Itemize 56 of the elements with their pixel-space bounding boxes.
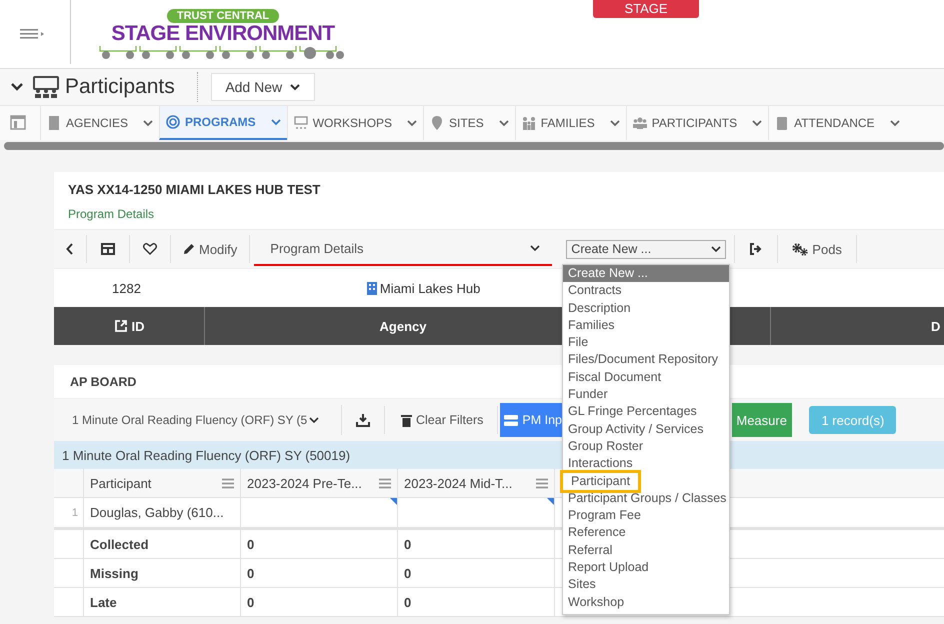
program-id: 1282	[112, 280, 141, 296]
menu-item[interactable]: Workshop	[563, 594, 729, 611]
menu-item[interactable]: File	[563, 334, 729, 352]
menu-item[interactable]: Funder	[563, 386, 729, 404]
group-title: 1 Minute Oral Reading Fluency (ORF) SY (50019)	[62, 448, 350, 462]
column-header[interactable]: 2023-2024 Mid-T...	[398, 469, 555, 497]
menu-item[interactable]: Fiscal Document	[563, 368, 729, 386]
page-title: Participants	[65, 75, 175, 99]
table-cell: 0	[398, 588, 555, 616]
agency-link[interactable]: Miami Lakes Hub	[366, 280, 480, 296]
menu-item[interactable]: Program Fee	[563, 507, 729, 524]
pods-button[interactable]: Pods	[778, 235, 857, 263]
nav-tab[interactable]: PROGRAMS	[159, 106, 287, 140]
menu-item[interactable]: Families	[563, 316, 729, 334]
table-cell: Collected	[84, 530, 241, 558]
modify-button[interactable]: Modify	[171, 235, 250, 263]
table-cell: 0	[398, 530, 555, 558]
table-cell: 0	[241, 530, 398, 558]
menu-item[interactable]: Report Upload	[563, 559, 729, 576]
column-header[interactable]: ID	[114, 318, 144, 334]
menu-item[interactable]: Contracts	[563, 282, 729, 300]
view-select[interactable]: Program Details	[254, 232, 552, 266]
table-cell: Douglas, Gabby (610...	[84, 498, 241, 527]
nav-tab[interactable]: WORKSHOPS	[286, 106, 424, 140]
menu-item[interactable]: Group Roster	[563, 438, 729, 456]
table-cell: 0	[241, 559, 398, 587]
row-number: 1	[54, 498, 84, 527]
menu-item[interactable]: Files/Document Repository	[563, 351, 729, 369]
menu-item[interactable]: Sites	[563, 576, 729, 594]
menu-item[interactable]: Create New ...	[563, 265, 729, 282]
column-header[interactable]: 2023-2024 Pre-Te...	[241, 469, 398, 497]
nav-tab[interactable]: SITES	[423, 106, 515, 140]
table-cell: 0	[398, 559, 555, 587]
add-new-button[interactable]: Add New	[210, 73, 315, 101]
table-cell: 0	[241, 588, 398, 616]
measure-select[interactable]: 1 Minute Oral Reading Fluency (ORF) SY (5	[54, 405, 342, 435]
logo-text: STAGE ENVIRONMENT	[111, 22, 335, 44]
program-subtitle: Program Details	[68, 207, 156, 221]
column-header[interactable]: Participant	[84, 469, 241, 497]
nav-tab[interactable]: ATTENDANCE	[768, 106, 906, 140]
menu-item[interactable]: Referral	[563, 542, 729, 560]
nav-tab[interactable]: PARTICIPANTS	[626, 106, 768, 140]
menu-item[interactable]: Reference	[563, 524, 729, 542]
table-cell: Late	[84, 588, 241, 616]
environment-badge: STAGE	[593, 0, 699, 18]
program-title: YAS XX14-1250 MIAMI LAKES HUB TEST	[68, 182, 322, 197]
column-header[interactable]: D	[931, 318, 940, 334]
table-cell: Missing	[84, 559, 241, 587]
logo-badge: TRUST CENTRAL	[166, 8, 280, 22]
column-header[interactable]: Agency	[380, 318, 426, 334]
create-new-select[interactable]: Create New ...	[566, 240, 726, 258]
menu-item[interactable]: Participant	[560, 470, 642, 493]
board-title: AP BOARD	[70, 374, 136, 388]
nav-tab[interactable]: FAMILIES	[514, 106, 626, 140]
clear-filters-button[interactable]: Clear Filters	[385, 406, 498, 434]
menu-item[interactable]: Description	[563, 300, 729, 317]
